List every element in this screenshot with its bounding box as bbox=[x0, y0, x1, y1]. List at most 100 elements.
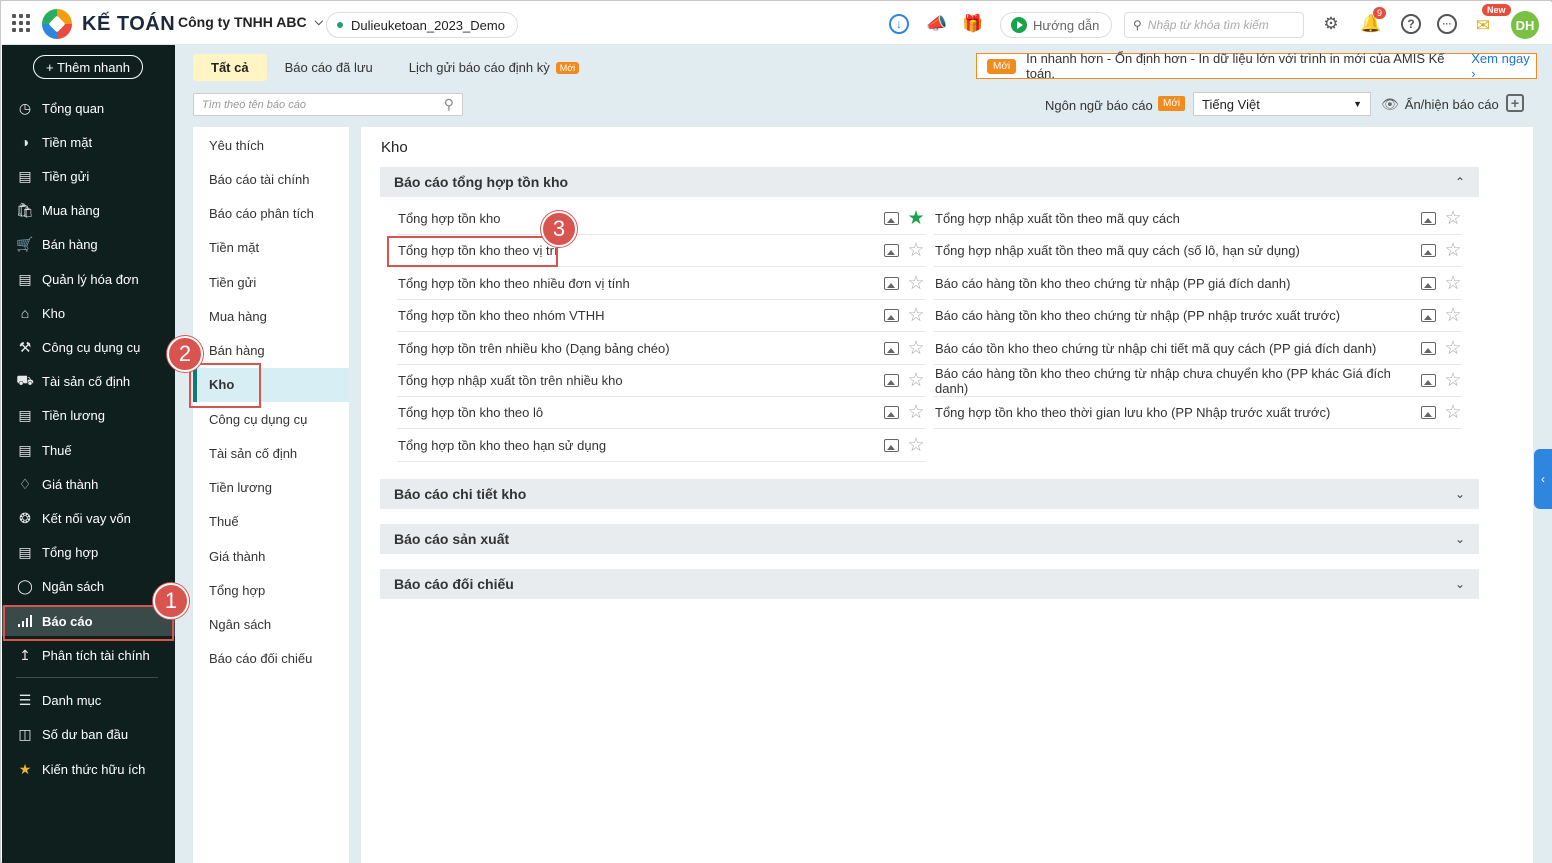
preview-image-icon[interactable] bbox=[884, 341, 899, 355]
sidebar-item[interactable]: ↥ Phân tích tài chính bbox=[2, 640, 175, 670]
report-group-header[interactable]: Báo cáo chi tiết kho ⌄ bbox=[380, 479, 1479, 509]
sidebar-item[interactable]: ⌂ Kho bbox=[2, 298, 175, 328]
preview-image-icon[interactable] bbox=[884, 438, 899, 452]
star-icon[interactable]: ☆ bbox=[1444, 306, 1462, 325]
category-item[interactable]: Tổng hợp bbox=[193, 573, 349, 607]
more-options-icon[interactable]: ··· bbox=[1436, 13, 1458, 35]
tab-saved-reports[interactable]: Báo cáo đã lưu bbox=[267, 54, 391, 81]
sidebar-item[interactable]: ☰ Danh mục bbox=[2, 685, 175, 715]
category-item[interactable]: Giá thành bbox=[193, 539, 349, 573]
category-item[interactable]: Bán hàng bbox=[193, 334, 349, 368]
database-selector[interactable]: Dulieuketoan_2023_Demo bbox=[326, 12, 518, 38]
report-link[interactable]: Tổng hợp tồn kho theo nhóm VTHH bbox=[398, 308, 605, 323]
category-item[interactable]: Tiền lương bbox=[193, 471, 349, 505]
sidebar-item[interactable]: ⚒ Công cụ dụng cụ bbox=[2, 332, 175, 362]
sidebar-item[interactable]: ▤ Thuế bbox=[2, 435, 175, 465]
category-item[interactable]: Yêu thích bbox=[193, 128, 349, 162]
report-link[interactable]: Tổng hợp tồn kho bbox=[398, 211, 500, 226]
report-link[interactable]: Tổng hợp nhập xuất tồn theo mã quy cách … bbox=[935, 243, 1300, 258]
sidebar-item[interactable]: Báo cáo bbox=[2, 606, 175, 636]
report-link[interactable]: Tổng hợp tồn kho theo hạn sử dụng bbox=[398, 438, 606, 453]
sidebar-item[interactable]: ❂ Kết nối vay vốn bbox=[2, 503, 175, 533]
sidebar-item[interactable]: ◫ Số dư ban đầu bbox=[2, 720, 175, 750]
preview-image-icon[interactable] bbox=[1421, 276, 1436, 290]
company-selector[interactable]: Công ty TNHH ABC ⌵ bbox=[178, 14, 323, 30]
preview-image-icon[interactable] bbox=[884, 374, 899, 387]
star-icon[interactable]: ☆ bbox=[907, 339, 925, 358]
category-item[interactable]: Công cụ dụng cụ bbox=[193, 402, 349, 436]
category-item[interactable]: Ngân sách bbox=[193, 608, 349, 642]
whats-new-icon[interactable]: ✉ bbox=[1472, 15, 1494, 37]
star-icon[interactable]: ☆ bbox=[1444, 274, 1462, 293]
report-link[interactable]: Tổng hợp tồn trên nhiều kho (Dạng bảng c… bbox=[398, 341, 670, 356]
add-report-icon[interactable]: + bbox=[1506, 94, 1524, 112]
star-icon[interactable]: ☆ bbox=[1444, 241, 1462, 260]
star-icon[interactable]: ☆ bbox=[907, 241, 925, 260]
preview-image-icon[interactable] bbox=[884, 309, 899, 323]
report-link[interactable]: Tổng hợp nhập xuất tồn theo mã quy cách bbox=[935, 211, 1180, 226]
category-item[interactable]: Kho bbox=[193, 367, 349, 402]
notification-bell-icon[interactable]: 🔔 9 bbox=[1360, 7, 1386, 35]
preview-image-icon[interactable] bbox=[1421, 374, 1436, 387]
sidebar-item[interactable]: ◯ Ngân sách bbox=[2, 572, 175, 602]
side-panel-toggle[interactable]: ‹ bbox=[1534, 449, 1552, 509]
report-search-input[interactable]: Tìm theo tên báo cáo ⚲ bbox=[193, 93, 463, 116]
download-icon[interactable]: ↓ bbox=[889, 14, 909, 34]
banner-link[interactable]: Xem ngay › bbox=[1471, 51, 1536, 81]
preview-image-icon[interactable] bbox=[1421, 406, 1436, 420]
sidebar-item[interactable]: ▤ Tiền gửi bbox=[2, 161, 175, 191]
chevron-up-icon[interactable]: ⌃ bbox=[1455, 175, 1465, 189]
report-link[interactable]: Tổng hợp tồn kho theo thời gian lưu kho … bbox=[935, 405, 1330, 420]
preview-image-icon[interactable] bbox=[1421, 212, 1436, 225]
sidebar-item[interactable]: ▤ Quản lý hóa đơn bbox=[2, 264, 175, 294]
report-link[interactable]: Báo cáo tồn kho theo chứng từ nhập chi t… bbox=[935, 341, 1376, 356]
report-link[interactable]: Báo cáo hàng tồn kho theo chứng từ nhập … bbox=[935, 366, 1421, 396]
report-link[interactable]: Tổng hợp nhập xuất tồn trên nhiều kho bbox=[398, 373, 623, 388]
preview-image-icon[interactable] bbox=[884, 406, 899, 420]
star-icon[interactable]: ☆ bbox=[1444, 371, 1462, 390]
sidebar-item[interactable]: ▤ Tiền lương bbox=[2, 401, 175, 431]
language-select[interactable]: Tiếng Việt ▼ bbox=[1193, 92, 1371, 116]
sidebar-item[interactable]: ⛟ Tài sản cố định bbox=[2, 367, 175, 397]
star-icon[interactable]: ☆ bbox=[907, 371, 925, 390]
star-icon[interactable]: ☆ bbox=[907, 436, 925, 455]
preview-image-icon[interactable] bbox=[1421, 309, 1436, 323]
preview-image-icon[interactable] bbox=[1421, 244, 1436, 258]
logo[interactable]: KẾ TOÁN bbox=[42, 7, 175, 41]
report-link[interactable]: Tổng hợp tồn kho theo lô bbox=[398, 405, 543, 420]
avatar[interactable]: DH bbox=[1511, 11, 1539, 39]
sidebar-item[interactable]: ◷ Tổng quan bbox=[2, 93, 175, 123]
sidebar-item[interactable]: ★ Kiến thức hữu ích bbox=[2, 754, 175, 784]
star-icon[interactable]: ☆ bbox=[1444, 209, 1462, 228]
quick-add-button[interactable]: + Thêm nhanh bbox=[33, 55, 143, 79]
chevron-down-icon[interactable]: ⌄ bbox=[1455, 577, 1465, 591]
report-group-header[interactable]: Báo cáo sản xuất ⌄ bbox=[380, 524, 1479, 554]
category-item[interactable]: Báo cáo đối chiếu bbox=[193, 642, 349, 676]
guide-button[interactable]: Hướng dẫn bbox=[1000, 12, 1113, 38]
star-icon[interactable]: ☆ bbox=[1444, 339, 1462, 358]
category-item[interactable]: Tiền gửi bbox=[193, 265, 349, 299]
chevron-down-icon[interactable]: ⌄ bbox=[1455, 487, 1465, 501]
category-item[interactable]: Báo cáo phân tích bbox=[193, 197, 349, 231]
megaphone-icon[interactable]: 📣 bbox=[926, 13, 948, 35]
preview-image-icon[interactable] bbox=[884, 244, 899, 258]
sidebar-item[interactable]: ◑ Tiền mặt bbox=[2, 127, 175, 157]
global-search-input[interactable]: ⚲ Nhập từ khóa tìm kiếm bbox=[1124, 12, 1304, 38]
star-icon[interactable]: ☆ bbox=[1444, 403, 1462, 422]
toggle-reports-button[interactable]: 👁 Ẩn/hiện báo cáo bbox=[1381, 96, 1499, 113]
preview-image-icon[interactable] bbox=[884, 212, 899, 225]
app-launcher-icon[interactable] bbox=[12, 14, 30, 32]
report-link[interactable]: Báo cáo hàng tồn kho theo chứng từ nhập … bbox=[935, 308, 1340, 323]
category-item[interactable]: Báo cáo tài chính bbox=[193, 162, 349, 196]
sidebar-item[interactable]: ▤ Tổng hợp bbox=[2, 538, 175, 568]
sidebar-item[interactable]: 🛒 Bán hàng bbox=[2, 230, 175, 260]
sidebar-item[interactable]: 🛍 Mua hàng bbox=[2, 196, 175, 226]
chevron-down-icon[interactable]: ⌄ bbox=[1455, 532, 1465, 546]
star-icon[interactable]: ☆ bbox=[907, 306, 925, 325]
report-group-header[interactable]: Báo cáo đối chiếu ⌄ bbox=[380, 569, 1479, 599]
tab-all[interactable]: Tất cả bbox=[193, 54, 267, 81]
star-icon[interactable]: ☆ bbox=[907, 274, 925, 293]
star-filled-icon[interactable]: ★ bbox=[907, 209, 925, 228]
preview-image-icon[interactable] bbox=[884, 276, 899, 290]
help-icon[interactable]: ? bbox=[1400, 13, 1422, 35]
